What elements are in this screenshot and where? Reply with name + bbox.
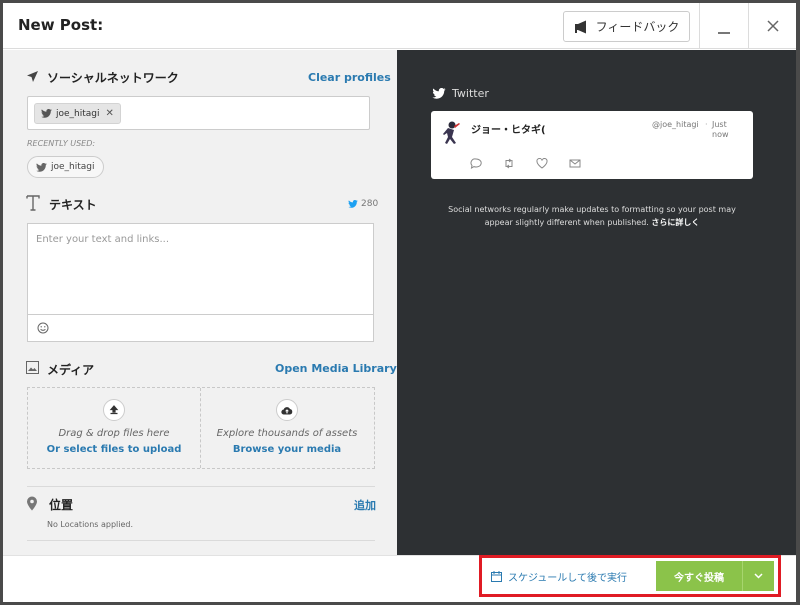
emoji-icon[interactable] (36, 321, 49, 334)
recent-profile-chip[interactable]: joe_hitagi (27, 156, 104, 178)
select-files-link[interactable]: Or select files to upload (28, 444, 200, 455)
character-counter: 280 (348, 199, 378, 209)
close-icon (766, 20, 779, 32)
calendar-icon (491, 570, 502, 582)
tweet-actions (470, 158, 581, 169)
text-toolbar (28, 314, 373, 341)
preview-panel: Twitter ジョー・ヒタギ( @joe_hitagi · Just now (397, 50, 796, 555)
post-options-dropdown[interactable] (742, 561, 774, 591)
close-button[interactable] (749, 3, 796, 49)
feedback-button[interactable]: フィードバック (563, 11, 690, 42)
tweet-handle: @joe_hitagi (652, 120, 699, 129)
section-divider (27, 540, 375, 541)
remove-profile-icon[interactable]: ✕ (106, 108, 114, 119)
selected-profile-name: joe_hitagi (56, 108, 100, 119)
location-pin-icon (25, 495, 39, 511)
message-icon (569, 158, 581, 169)
clear-profiles-link[interactable]: Clear profiles (308, 71, 391, 84)
retweet-icon (503, 158, 515, 169)
like-icon (536, 158, 548, 169)
twitter-icon (432, 88, 446, 99)
drag-drop-text: Drag & drop files here (58, 428, 170, 439)
post-now-button[interactable]: 今すぐ投稿 (656, 561, 742, 591)
modal-header: New Post: フィードバック (3, 3, 796, 49)
cloud-upload-icon (276, 399, 298, 421)
social-networks-title: ソーシャルネットワーク (47, 71, 179, 85)
learn-more-link[interactable]: さらに詳しく (651, 218, 699, 227)
tweet-time: Just now (712, 120, 729, 139)
character-count: 280 (361, 199, 379, 209)
text-section-title: テキスト (49, 198, 97, 212)
browse-media-link[interactable]: Browse your media (201, 444, 373, 455)
media-dropzone: Drag & drop files here Or select files t… (27, 387, 375, 469)
upload-dropzone[interactable]: Drag & drop files here Or select files t… (28, 388, 200, 468)
tweet-preview-card: ジョー・ヒタギ( @joe_hitagi · Just now (431, 111, 753, 179)
tweet-separator: · (705, 120, 708, 129)
modal-title: New Post: (18, 16, 104, 34)
minimize-button[interactable] (700, 3, 748, 49)
schedule-button[interactable]: スケジュールして後で実行 (487, 561, 657, 591)
location-section-title: 位置 (49, 498, 74, 512)
reply-icon (470, 158, 482, 169)
open-media-library-link[interactable]: Open Media Library (275, 362, 397, 375)
media-section-title: メディア (47, 363, 95, 377)
text-placeholder: Enter your text and links... (36, 234, 170, 245)
schedule-label: スケジュールして後で実行 (508, 572, 627, 584)
twitter-icon (41, 109, 52, 118)
compose-panel: ソーシャルネットワーク Clear profiles joe_hitagi ✕ … (3, 50, 397, 555)
send-icon (25, 69, 39, 83)
twitter-icon (348, 200, 358, 208)
preview-network-name: Twitter (452, 87, 489, 100)
explore-assets-text: Explore thousands of assets (216, 428, 358, 439)
add-location-link[interactable]: 追加 (354, 497, 376, 513)
browse-dropzone[interactable]: Explore thousands of assets Browse your … (201, 388, 373, 468)
section-divider (27, 486, 375, 487)
minimize-icon (718, 32, 730, 34)
tweet-display-name: ジョー・ヒタギ( (471, 125, 546, 136)
megaphone-icon (574, 20, 590, 34)
feedback-label: フィードバック (595, 20, 680, 34)
preview-network-label: Twitter (432, 87, 489, 100)
post-text-area[interactable]: Enter your text and links... (27, 223, 374, 342)
chevron-down-icon (754, 573, 763, 579)
preview-notice: Social networks regularly make updates t… (437, 203, 747, 229)
text-icon (25, 194, 41, 212)
new-post-modal: New Post: フィードバック ソーシャルネットワーク Clear prof… (3, 3, 796, 602)
recent-profile-name: joe_hitagi (51, 162, 95, 172)
location-status: No Locations applied. (47, 520, 134, 529)
recently-used-label: RECENTLY USED: (27, 139, 96, 148)
image-icon (25, 360, 39, 374)
selected-profile-chip: joe_hitagi ✕ (34, 103, 121, 124)
upload-icon (103, 399, 125, 421)
profile-selector[interactable]: joe_hitagi ✕ (27, 96, 370, 130)
twitter-icon (36, 162, 47, 172)
avatar (440, 120, 462, 145)
